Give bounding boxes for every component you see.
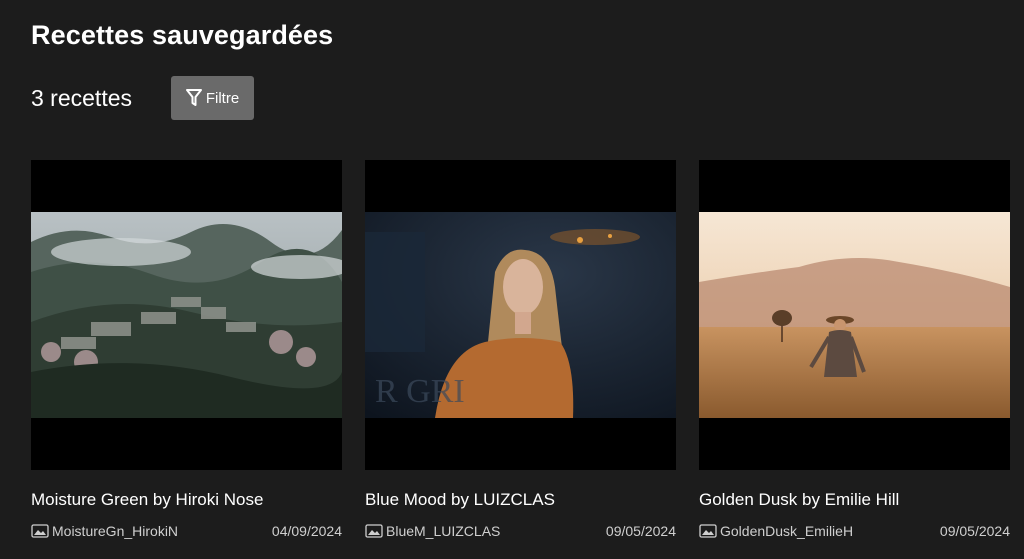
recipe-title[interactable]: Golden Dusk by Emilie Hill — [699, 490, 899, 510]
recipe-title[interactable]: Blue Mood by LUIZCLAS — [365, 490, 555, 510]
image-file-icon — [365, 524, 383, 538]
recipe-card[interactable]: R GRI Blue Mood by LUIZCLAS BlueM_LUIZCL… — [365, 160, 676, 539]
filter-label: Filtre — [205, 89, 240, 107]
image-file-icon — [31, 524, 49, 538]
page-title: Recettes sauvegardées — [31, 20, 334, 50]
recipe-thumbnail[interactable]: R GRI — [365, 160, 676, 470]
recipe-card[interactable]: Moisture Green by Hiroki Nose MoistureGn… — [31, 160, 342, 539]
svg-text:R GRI: R GRI — [375, 373, 465, 410]
image-file-icon — [699, 524, 717, 538]
golden-field-woman-icon — [699, 212, 1010, 418]
woman-portrait-night-icon: R GRI — [365, 212, 676, 418]
recipe-card[interactable]: Golden Dusk by Emilie Hill GoldenDusk_Em… — [699, 160, 1010, 539]
misty-mountain-village-icon — [31, 212, 342, 418]
recipe-date: 09/05/2024 — [939, 523, 1010, 539]
recipe-file: GoldenDusk_EmilieH — [720, 523, 854, 539]
recipe-date: 09/05/2024 — [605, 523, 676, 539]
recipe-thumbnail[interactable] — [699, 160, 1010, 470]
recipe-thumbnail[interactable] — [31, 160, 342, 470]
filter-icon — [185, 89, 202, 107]
recipe-file: BlueM_LUIZCLAS — [386, 523, 501, 539]
recipe-count: 3 recettes — [31, 85, 132, 111]
recipe-date: 04/09/2024 — [271, 523, 342, 539]
recipe-file: MoistureGn_HirokiN — [52, 523, 179, 539]
filter-button[interactable]: Filtre — [171, 76, 254, 120]
recipe-title[interactable]: Moisture Green by Hiroki Nose — [31, 490, 263, 510]
